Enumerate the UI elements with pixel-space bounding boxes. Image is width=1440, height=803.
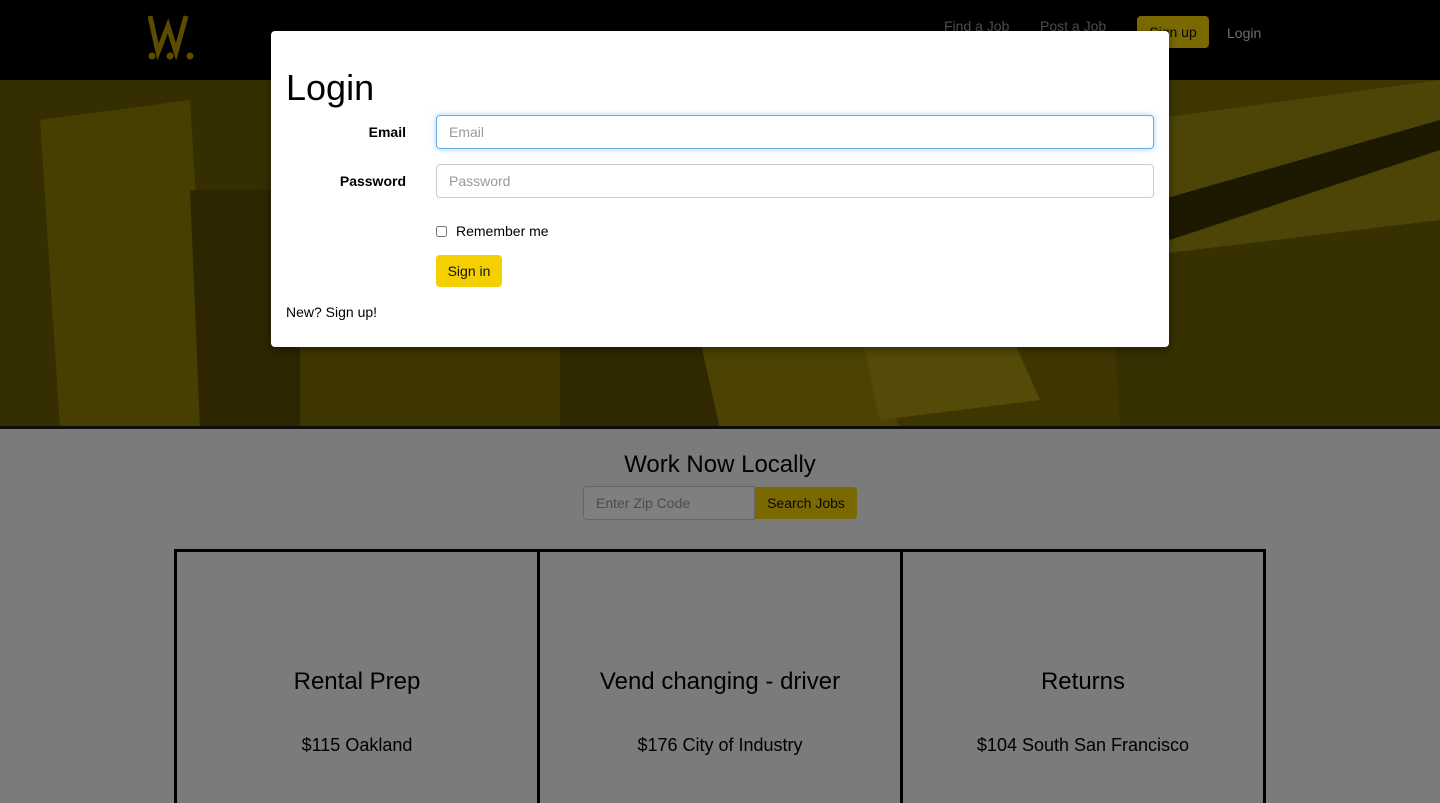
password-field[interactable] (436, 164, 1154, 198)
remember-me-row: Remember me (436, 223, 549, 239)
remember-me-label[interactable]: Remember me (456, 223, 549, 239)
remember-me-checkbox[interactable] (436, 225, 447, 237)
email-field[interactable] (436, 115, 1154, 149)
modal-title: Login (286, 67, 375, 108)
sign-in-button[interactable]: Sign in (436, 255, 502, 287)
email-label: Email (368, 124, 406, 140)
login-modal: Login Email Password Remember me Sign in… (271, 31, 1169, 347)
password-label: Password (339, 173, 406, 189)
signup-link[interactable]: New? Sign up! (286, 304, 377, 320)
